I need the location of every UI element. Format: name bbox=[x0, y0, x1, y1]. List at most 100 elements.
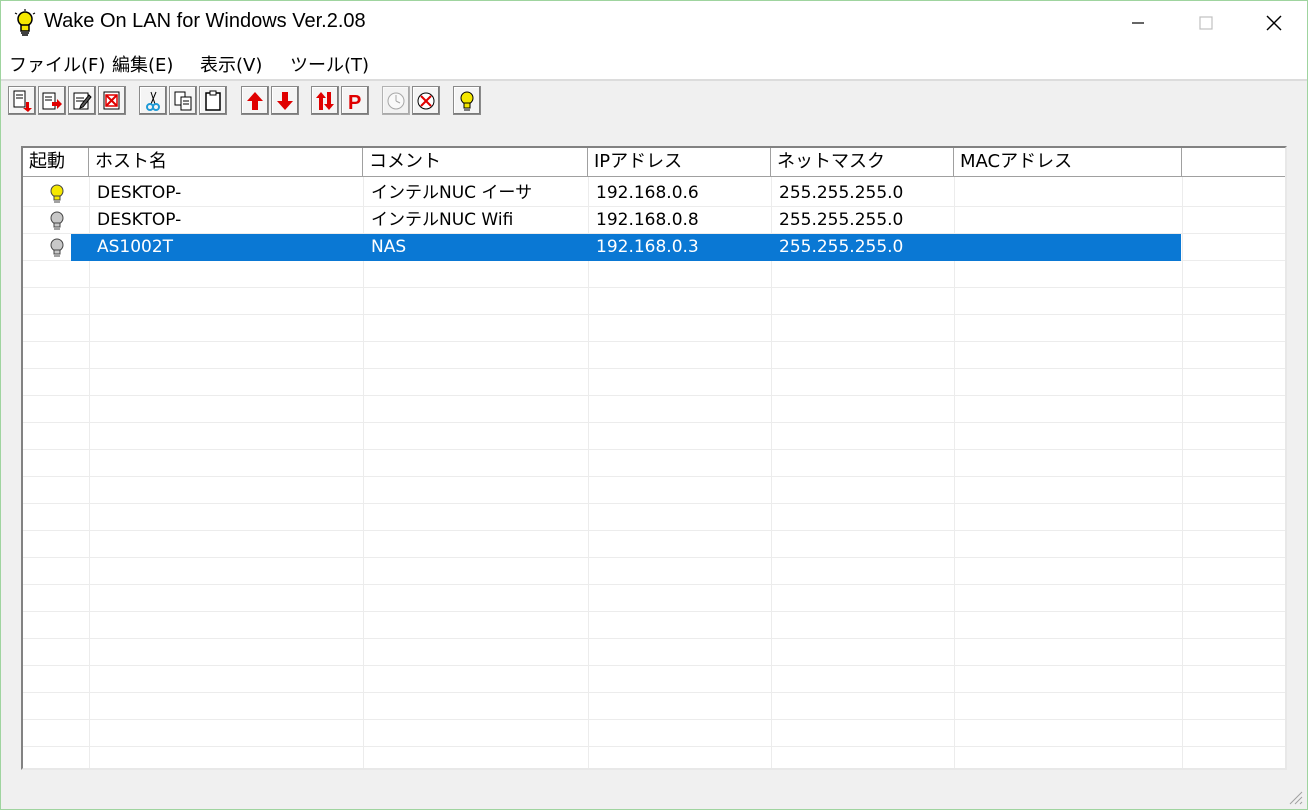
timer-cancel-icon bbox=[417, 92, 435, 109]
comment-cell: インテルNUC イーサ bbox=[371, 183, 533, 203]
host-row[interactable]: DESKTOP- インテルNUC イーサ 192.168.0.6 255.255… bbox=[23, 180, 1285, 207]
menu-edit[interactable]: 編集(E) bbox=[112, 51, 173, 77]
paste-icon bbox=[205, 90, 221, 111]
grid-row-line bbox=[23, 720, 1285, 747]
cut-icon bbox=[146, 91, 160, 111]
host-row[interactable]: DESKTOP- インテルNUC Wifi 192.168.0.8 255.25… bbox=[23, 207, 1285, 234]
lightbulb-off-icon bbox=[50, 211, 64, 230]
comment-cell: インテルNUC Wifi bbox=[371, 210, 514, 230]
grid-row-line bbox=[23, 639, 1285, 666]
grid-vline bbox=[363, 177, 364, 768]
grid-row-line bbox=[23, 423, 1285, 450]
host-list[interactable]: 起動 ホスト名 コメント IPアドレス ネットマスク MACアドレス DESKT… bbox=[21, 146, 1287, 770]
grid-row-line bbox=[23, 477, 1285, 504]
ping-button[interactable]: P bbox=[341, 86, 369, 115]
maximize-button[interactable] bbox=[1172, 1, 1240, 45]
grid-row-line bbox=[23, 693, 1285, 720]
move-up-button[interactable] bbox=[241, 86, 269, 115]
grid-row-line bbox=[23, 558, 1285, 585]
hostname-cell: DESKTOP- bbox=[97, 210, 182, 230]
close-button[interactable] bbox=[1240, 1, 1308, 45]
netmask-cell: 255.255.255.0 bbox=[779, 183, 904, 203]
hostname-cell: AS1002T bbox=[97, 237, 174, 257]
menu-view[interactable]: 表示(V) bbox=[200, 51, 262, 77]
grid-vline bbox=[1182, 177, 1183, 768]
window-title: Wake On LAN for Windows Ver.2.08 bbox=[44, 10, 366, 32]
ip-cell: 192.168.0.8 bbox=[596, 210, 699, 230]
add-host-icon bbox=[13, 90, 32, 112]
netmask-cell: 255.255.255.0 bbox=[779, 237, 904, 257]
column-header-netmask[interactable]: ネットマスク bbox=[771, 148, 954, 176]
ip-cell: 192.168.0.3 bbox=[596, 237, 699, 257]
app-window: Wake On LAN for Windows Ver.2.08 ファイル(F)… bbox=[0, 0, 1308, 810]
lightbulb-off-icon bbox=[50, 238, 64, 257]
copy-icon bbox=[174, 91, 192, 110]
menu-tools[interactable]: ツール(T) bbox=[290, 51, 369, 77]
move-down-button[interactable] bbox=[271, 86, 299, 115]
grid-row-line bbox=[23, 342, 1285, 369]
hostname-cell: DESKTOP- bbox=[97, 183, 182, 203]
wake-button[interactable] bbox=[453, 86, 481, 115]
wake-bulb-icon bbox=[460, 91, 474, 110]
ip-cell: 192.168.0.6 bbox=[596, 183, 699, 203]
timer-button[interactable] bbox=[382, 86, 410, 115]
grid-vline bbox=[771, 177, 772, 768]
grid-vline bbox=[89, 177, 90, 768]
sort-button[interactable] bbox=[311, 86, 339, 115]
paste-button[interactable] bbox=[199, 86, 227, 115]
host-row-selected[interactable]: AS1002T NAS 192.168.0.3 255.255.255.0 bbox=[23, 234, 1285, 261]
minimize-button[interactable] bbox=[1104, 1, 1172, 45]
menu-bar: ファイル(F) 編集(E) 表示(V) ツール(T) bbox=[1, 45, 1307, 79]
resize-grip-icon[interactable] bbox=[1285, 787, 1303, 805]
grid-row-line bbox=[23, 747, 1285, 768]
status-bar bbox=[1, 773, 1307, 809]
column-header-hostname[interactable]: ホスト名 bbox=[89, 148, 363, 176]
delete-icon bbox=[103, 91, 120, 109]
menu-file[interactable]: ファイル(F) bbox=[9, 51, 105, 77]
toolbar: P bbox=[1, 81, 1307, 123]
mac-cell bbox=[954, 180, 1182, 207]
title-bar[interactable]: Wake On LAN for Windows Ver.2.08 bbox=[1, 1, 1307, 45]
copy-button[interactable] bbox=[169, 86, 197, 115]
grid-row-line bbox=[23, 288, 1285, 315]
grid-row-line bbox=[23, 504, 1285, 531]
grid-row-line bbox=[23, 531, 1285, 558]
timer-icon bbox=[387, 92, 405, 109]
edit-icon bbox=[73, 92, 92, 109]
column-header-wake[interactable]: 起動 bbox=[23, 148, 89, 176]
maximize-icon bbox=[1199, 16, 1213, 30]
grid-row-line bbox=[23, 666, 1285, 693]
grid-row-line bbox=[23, 369, 1285, 396]
column-header-ip[interactable]: IPアドレス bbox=[588, 148, 771, 176]
sort-icon bbox=[316, 91, 334, 110]
grid-vline bbox=[954, 177, 955, 768]
grid-vline bbox=[588, 177, 589, 768]
grid-row-line bbox=[23, 315, 1285, 342]
lightbulb-icon bbox=[14, 9, 36, 36]
ping-icon: P bbox=[348, 92, 361, 112]
close-icon bbox=[1266, 15, 1282, 31]
mac-cell bbox=[954, 234, 1182, 261]
import-icon bbox=[42, 92, 62, 109]
delete-button[interactable] bbox=[98, 86, 126, 115]
column-header-mac[interactable]: MACアドレス bbox=[954, 148, 1182, 176]
grid-row-line bbox=[23, 450, 1285, 477]
comment-cell: NAS bbox=[371, 237, 407, 257]
minimize-icon bbox=[1132, 22, 1144, 24]
edit-button[interactable] bbox=[68, 86, 96, 115]
move-down-icon bbox=[277, 91, 293, 110]
add-host-button[interactable] bbox=[8, 86, 36, 115]
grid-row-line bbox=[23, 585, 1285, 612]
netmask-cell: 255.255.255.0 bbox=[779, 210, 904, 230]
list-header: 起動 ホスト名 コメント IPアドレス ネットマスク MACアドレス bbox=[23, 148, 1285, 177]
move-up-icon bbox=[247, 91, 263, 110]
svg-text:P: P bbox=[348, 92, 361, 112]
cut-button[interactable] bbox=[139, 86, 167, 115]
mac-cell bbox=[954, 207, 1182, 234]
timer-cancel-button[interactable] bbox=[412, 86, 440, 115]
column-header-comment[interactable]: コメント bbox=[363, 148, 588, 176]
import-button[interactable] bbox=[38, 86, 66, 115]
grid-row-line bbox=[23, 261, 1285, 288]
lightbulb-on-icon bbox=[50, 184, 64, 203]
grid-row-line bbox=[23, 612, 1285, 639]
